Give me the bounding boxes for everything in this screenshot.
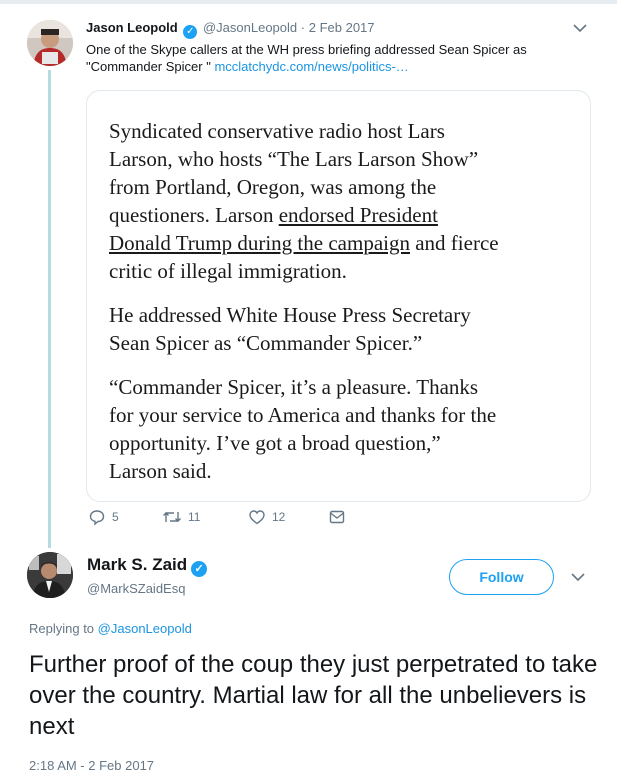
author-handle[interactable]: @MarkSZaidEsq xyxy=(87,581,185,596)
author-handle[interactable]: @JasonLeopold xyxy=(203,20,297,35)
quote-line: questioners. Larson xyxy=(109,203,279,227)
quote-paragraph-1: Syndicated conservative radio host Lars … xyxy=(109,117,590,285)
reply-icon xyxy=(89,510,105,526)
quote-line: Larson, who hosts “The Lars Larson Show” xyxy=(109,147,479,171)
chevron-down-icon[interactable] xyxy=(568,567,588,587)
avatar[interactable] xyxy=(27,552,73,598)
quote-line: “Commander Spicer, it’s a pleasure. Than… xyxy=(109,375,479,399)
tweet-actions: 5 11 12 xyxy=(88,507,388,529)
quote-underlined-link: endorsed President xyxy=(278,203,438,227)
retweet-button[interactable]: 11 xyxy=(162,507,200,527)
tweet-text: One of the Skype callers at the WH press… xyxy=(86,41,586,75)
quote-line: for your service to America and thanks f… xyxy=(109,403,497,427)
verified-icon: ✓ xyxy=(183,25,198,39)
quote-line: and fierce xyxy=(409,231,499,255)
top-divider xyxy=(0,0,617,4)
quote-line: He addressed White House Press Secretary xyxy=(109,303,471,327)
tweet-date[interactable]: 2 Feb 2017 xyxy=(309,20,375,35)
author-name[interactable]: Jason Leopold xyxy=(86,20,178,35)
like-button[interactable]: 12 xyxy=(248,507,285,527)
parent-tweet[interactable]: Jason Leopold ✓ @JasonLeopold · 2 Feb 20… xyxy=(0,6,617,548)
quote-underlined-link: Donald Trump during the campaign xyxy=(109,231,410,255)
replying-prefix: Replying to xyxy=(29,621,98,636)
reply-count: 5 xyxy=(112,510,119,524)
author-name-text: Mark S. Zaid xyxy=(87,555,188,574)
thread-line xyxy=(48,70,51,548)
retweet-icon xyxy=(163,512,181,522)
reply-button[interactable]: 5 xyxy=(88,507,119,527)
replying-to-link[interactable]: @JasonLeopold xyxy=(98,621,192,636)
retweet-count: 11 xyxy=(188,510,201,524)
like-count: 12 xyxy=(272,510,286,524)
chevron-down-icon[interactable] xyxy=(570,18,590,38)
quote-line: Syndicated conservative radio host Lars xyxy=(109,119,445,143)
avatar[interactable] xyxy=(27,20,73,66)
tweet-timestamp[interactable]: 2:18 AM - 2 Feb 2017 xyxy=(29,758,154,773)
tweet-header: Jason Leopold ✓ @JasonLeopold · 2 Feb 20… xyxy=(86,20,375,39)
quote-paragraph-3: “Commander Spicer, it’s a pleasure. Than… xyxy=(109,373,590,485)
quote-line: opportunity. I’ve got a broad question,” xyxy=(109,431,441,455)
quote-line: Larson said. xyxy=(109,459,212,483)
quoted-article-text: Syndicated conservative radio host Lars … xyxy=(109,117,590,501)
quote-line: critic of illegal immigration. xyxy=(109,259,347,283)
quote-line: Sean Spicer as “Commander Spicer.” xyxy=(109,331,423,355)
tweet-link[interactable]: mcclatchydc.com/news/politics-… xyxy=(214,59,408,74)
replying-to: Replying to @JasonLeopold xyxy=(29,621,192,636)
quoted-image-card[interactable]: Syndicated conservative radio host Lars … xyxy=(86,90,591,502)
follow-button[interactable]: Follow xyxy=(449,559,554,595)
direct-message-button[interactable] xyxy=(328,507,352,527)
tweet-text: Further proof of the coup they just perp… xyxy=(29,651,598,740)
quote-line: from Portland, Oregon, was among the xyxy=(109,175,437,199)
envelope-icon xyxy=(329,510,345,524)
heart-icon xyxy=(249,510,265,525)
verified-icon: ✓ xyxy=(191,561,208,577)
quote-paragraph-2: He addressed White House Press Secretary… xyxy=(109,301,590,357)
separator: · xyxy=(300,20,306,35)
author-name[interactable]: Mark S. Zaid ✓ xyxy=(87,555,209,577)
